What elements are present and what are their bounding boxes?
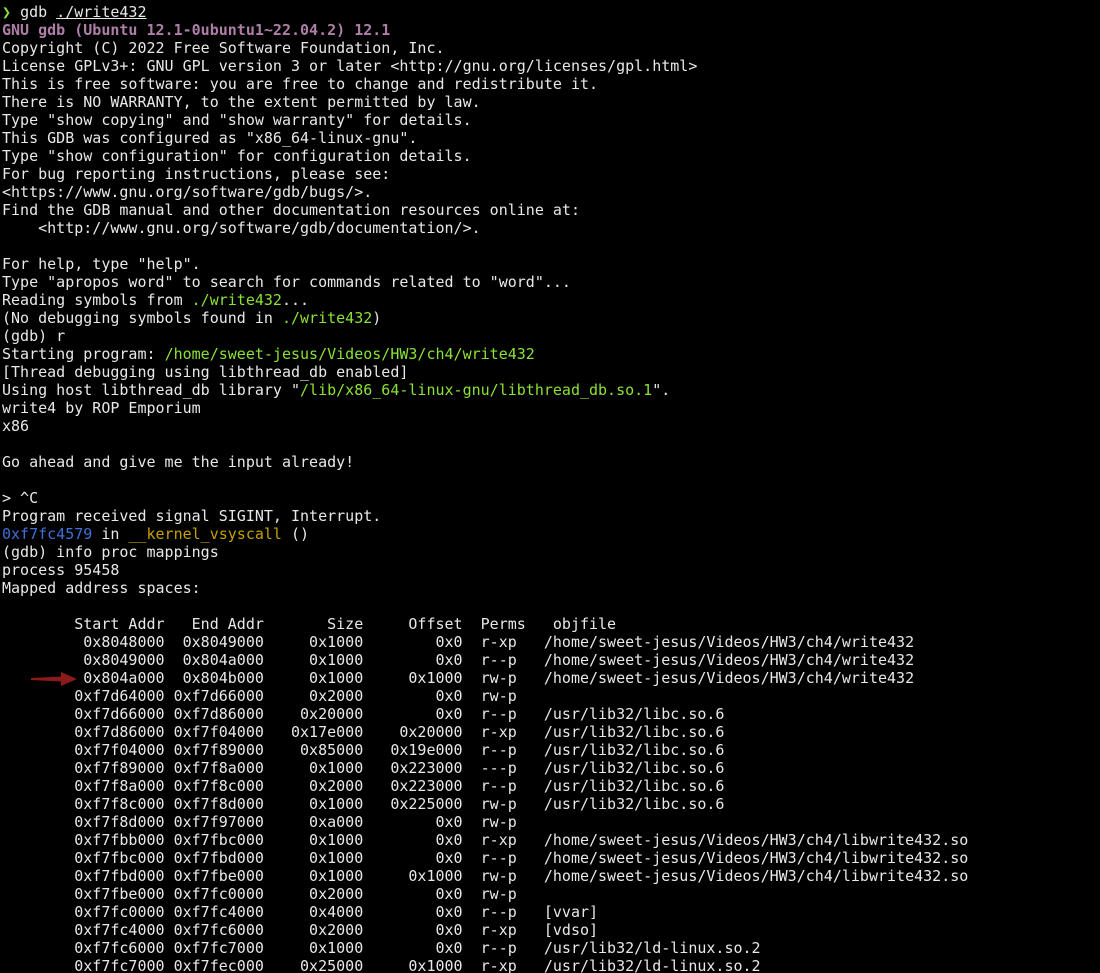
starting-program-line: Starting program: /home/sweet-jesus/Vide… xyxy=(2,345,1100,363)
reading-prefix: Reading symbols from xyxy=(2,291,192,309)
intro-line: Type "show configuration" for configurat… xyxy=(2,147,472,165)
mapping-row: 0xf7fbe000 0xf7fc0000 0x2000 0x0 rw-p xyxy=(2,885,517,903)
mapping-row: 0xf7fc4000 0xf7fc6000 0x2000 0x0 r-xp [v… xyxy=(2,921,599,939)
stop-suffix: () xyxy=(281,525,310,543)
intro-line: License GPLv3+: GNU GPL version 3 or lat… xyxy=(2,57,698,75)
intro-line: Type "apropos word" to search for comman… xyxy=(2,273,571,291)
starting-path: /home/sweet-jesus/Videos/HW3/ch4/write43… xyxy=(164,345,535,363)
program-output-line: x86 xyxy=(2,417,30,435)
prompt-command: gdb xyxy=(20,3,48,21)
thread-debugging-line: [Thread debugging using libthread_db ena… xyxy=(2,363,409,381)
intro-line: This GDB was configured as "x86_64-linux… xyxy=(2,129,418,147)
intro-line: This is free software: you are free to c… xyxy=(2,75,599,93)
program-output-line: Program received signal SIGINT, Interrup… xyxy=(2,507,382,525)
mapping-row: 0xf7f04000 0xf7f89000 0x85000 0x19e000 r… xyxy=(2,741,725,759)
mapping-row: 0xf7fc6000 0xf7fc7000 0x1000 0x0 r--p /u… xyxy=(2,939,761,957)
libthread-line: Using host libthread_db library "/lib/x8… xyxy=(2,381,1100,399)
gdb-info-command: (gdb) info proc mappings xyxy=(2,543,219,561)
stop-address: 0xf7fc4579 xyxy=(2,525,93,543)
nodebug-suffix: ) xyxy=(372,309,382,327)
mapping-row: 0xf7fbd000 0xf7fbe000 0x1000 0x1000 rw-p… xyxy=(2,867,969,885)
program-output-line: > ^C xyxy=(2,489,39,507)
intro-line: For bug reporting instructions, please s… xyxy=(2,165,391,183)
reading-suffix: ... xyxy=(281,291,310,309)
starting-prefix: Starting program: xyxy=(2,345,165,363)
mappings-table: 0x8048000 0x8049000 0x1000 0x0 r-xp /hom… xyxy=(2,633,1100,973)
intro-line: <https://www.gnu.org/software/gdb/bugs/>… xyxy=(2,183,373,201)
stop-function: __kernel_vsyscall xyxy=(128,525,282,543)
mapped-spaces-line: Mapped address spaces: xyxy=(2,579,201,597)
reading-path: ./write432 xyxy=(191,291,282,309)
libthread-suffix: ". xyxy=(652,381,671,399)
mapping-row: 0x8049000 0x804a000 0x1000 0x0 r--p /hom… xyxy=(2,651,915,669)
nodebug-path: ./write432 xyxy=(281,309,373,327)
program-output-line: Go ahead and give me the input already! xyxy=(2,453,355,471)
stop-location-line: 0xf7fc4579 in __kernel_vsyscall () xyxy=(2,525,1100,543)
mapping-row: 0xf7fc7000 0xf7fec000 0x25000 0x1000 r-x… xyxy=(2,957,761,973)
intro-line: There is NO WARRANTY, to the extent perm… xyxy=(2,93,481,111)
no-debug-symbols-line: (No debugging symbols found in ./write43… xyxy=(2,309,1100,327)
mapping-row: 0xf7fbc000 0xf7fbd000 0x1000 0x0 r--p /h… xyxy=(2,849,969,867)
mapping-row: 0xf7d86000 0xf7f04000 0x17e000 0x20000 r… xyxy=(2,723,725,741)
mapping-row: 0xf7f8c000 0xf7f8d000 0x1000 0x225000 rw… xyxy=(2,795,725,813)
prompt-argument: ./write432 xyxy=(56,3,147,21)
nodebug-prefix: (No debugging symbols found in xyxy=(2,309,282,327)
mappings-header: Start Addr End Addr Size Offset Perms ob… xyxy=(2,615,617,633)
intro-line: Copyright (C) 2022 Free Software Foundat… xyxy=(2,39,445,57)
mapping-row: 0xf7f8a000 0xf7f8c000 0x2000 0x223000 r-… xyxy=(2,777,725,795)
intro-line: Find the GDB manual and other documentat… xyxy=(2,201,580,219)
prompt-chevron-icon: ❯ xyxy=(2,3,12,21)
shell-prompt-line: ❯ gdb ./write432 xyxy=(2,3,1100,21)
intro-line: For help, type "help". xyxy=(2,255,201,273)
intro-line: <http://www.gnu.org/software/gdb/documen… xyxy=(2,219,481,237)
stop-in-word: in xyxy=(92,525,129,543)
gdb-run-command: (gdb) r xyxy=(2,327,66,345)
program-output-line xyxy=(2,471,1100,489)
mapping-row: 0x804a000 0x804b000 0x1000 0x1000 rw-p /… xyxy=(2,669,915,687)
program-output-line xyxy=(2,435,1100,453)
mapping-row: 0xf7f8d000 0xf7f97000 0xa000 0x0 rw-p xyxy=(2,813,517,831)
program-output-line: write4 by ROP Emporium xyxy=(2,399,201,417)
intro-line: Type "show copying" and "show warranty" … xyxy=(2,111,472,129)
mapping-row: 0xf7fc0000 0xf7fc4000 0x4000 0x0 r--p [v… xyxy=(2,903,599,921)
intro-line xyxy=(2,237,1100,255)
gdb-version-banner: GNU gdb (Ubuntu 12.1-0ubuntu1~22.04.2) 1… xyxy=(2,21,391,39)
process-line: process 95458 xyxy=(2,561,120,579)
program-output: write4 by ROP Emporium x86 Go ahead and gi… xyxy=(2,399,1100,525)
mapping-row: 0x8048000 0x8049000 0x1000 0x0 r-xp /hom… xyxy=(2,633,915,651)
reading-symbols-line: Reading symbols from ./write432... xyxy=(2,291,1100,309)
red-arrow-annotation-icon xyxy=(31,672,77,686)
mapping-row: 0xf7d66000 0xf7d86000 0x20000 0x0 r--p /… xyxy=(2,705,725,723)
mapping-row: 0xf7f89000 0xf7f8a000 0x1000 0x223000 --… xyxy=(2,759,725,777)
libthread-prefix: Using host libthread_db library " xyxy=(2,381,301,399)
mapping-row: 0xf7fbb000 0xf7fbc000 0x1000 0x0 r-xp /h… xyxy=(2,831,969,849)
terminal-window[interactable]: ❯ gdb ./write432 GNU gdb (Ubuntu 12.1-0u… xyxy=(0,0,1100,973)
mapping-row: 0xf7d64000 0xf7d66000 0x2000 0x0 rw-p xyxy=(2,687,517,705)
gdb-intro-text: Copyright (C) 2022 Free Software Foundat… xyxy=(2,39,1100,291)
libthread-path: /lib/x86_64-linux-gnu/libthread_db.so.1 xyxy=(300,381,653,399)
